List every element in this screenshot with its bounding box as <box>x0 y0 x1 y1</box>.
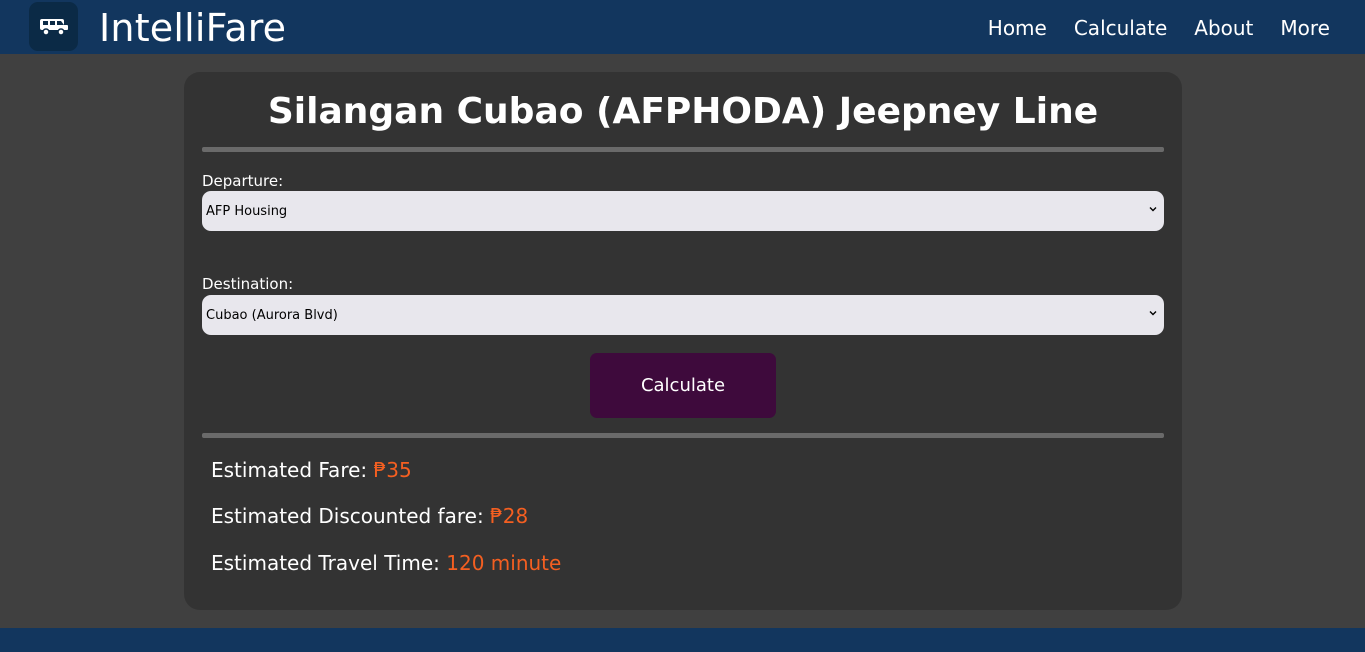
fare-calculator-card: Silangan Cubao (AFPHODA) Jeepney Line De… <box>184 72 1182 610</box>
estimated-fare-label: Estimated Fare: <box>211 458 368 482</box>
chevron-down-icon <box>1149 207 1157 212</box>
nav-calculate[interactable]: Calculate <box>1074 14 1167 42</box>
brand-name[interactable]: IntelliFare <box>99 5 286 51</box>
departure-select[interactable]: AFP Housing <box>202 191 1164 231</box>
discounted-fare-label: Estimated Discounted fare: <box>211 504 484 528</box>
travel-time-row: Estimated Travel Time: 120 minute <box>211 550 561 576</box>
nav-more[interactable]: More <box>1280 14 1330 42</box>
destination-select[interactable]: Cubao (Aurora Blvd) <box>202 295 1164 335</box>
travel-time-label: Estimated Travel Time: <box>211 551 440 575</box>
destination-selected-value: Cubao (Aurora Blvd) <box>206 307 338 323</box>
jeepney-icon <box>39 18 68 36</box>
chevron-down-icon <box>1149 311 1157 316</box>
page-footer <box>0 628 1365 652</box>
calculate-button[interactable]: Calculate <box>590 353 776 418</box>
nav-home[interactable]: Home <box>988 14 1047 42</box>
nav-about[interactable]: About <box>1194 14 1253 42</box>
travel-time-value: 120 minute <box>446 551 562 575</box>
top-divider <box>202 147 1164 152</box>
discounted-fare-row: Estimated Discounted fare: ₱28 <box>211 503 528 529</box>
estimated-fare-value: ₱35 <box>373 458 412 482</box>
departure-label: Departure: <box>202 172 284 190</box>
top-navbar: IntelliFare Home Calculate About More <box>0 0 1365 54</box>
departure-selected-value: AFP Housing <box>206 203 288 219</box>
logo[interactable] <box>29 2 78 51</box>
route-title: Silangan Cubao (AFPHODA) Jeepney Line <box>267 91 1099 132</box>
discounted-fare-value: ₱28 <box>490 504 529 528</box>
destination-label: Destination: <box>202 275 294 293</box>
main-nav: Home Calculate About More <box>988 14 1330 42</box>
results-divider <box>202 433 1164 438</box>
estimated-fare-row: Estimated Fare: ₱35 <box>211 457 412 483</box>
